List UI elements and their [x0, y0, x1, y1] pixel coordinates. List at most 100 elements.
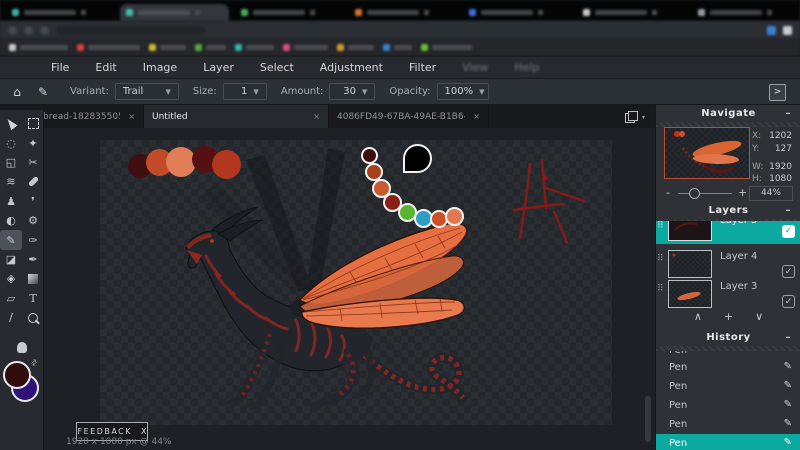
tool-wand[interactable]: ✦ — [22, 133, 44, 152]
menu-view[interactable]: View — [449, 61, 501, 74]
variant-dropdown[interactable]: Trail▼ — [115, 83, 179, 100]
layer-row-selected[interactable]: ⠿ Layer 5 ✓ — [656, 221, 800, 244]
swap-colors-icon[interactable]: ⇄ — [29, 357, 40, 368]
browser-tab[interactable] — [463, 4, 571, 21]
layer-down-button[interactable]: ∨ — [755, 310, 763, 323]
bookmark-item[interactable] — [421, 44, 472, 51]
zoom-value-field[interactable]: 44% — [749, 186, 793, 201]
tool-clone-stamp[interactable]: ♟ — [0, 192, 22, 211]
browser-tab[interactable] — [6, 4, 114, 21]
tool-pencil[interactable]: ∕ — [0, 308, 22, 327]
bookmark-item[interactable] — [235, 44, 274, 51]
back-icon[interactable] — [8, 26, 17, 35]
bookmark-item[interactable] — [283, 44, 328, 51]
close-icon[interactable]: × — [313, 112, 320, 121]
tool-pen[interactable]: ✎ — [0, 230, 22, 249]
close-icon[interactable]: × — [473, 112, 480, 121]
tool-gradient[interactable] — [22, 269, 44, 288]
tool-fill[interactable]: ◈ — [0, 269, 22, 288]
amount-dropdown[interactable]: 30▼ — [329, 83, 375, 100]
layer-visibility-checkbox[interactable]: ✓ — [782, 295, 795, 308]
zoom-out-button[interactable]: - — [666, 186, 670, 199]
tool-ink-brush[interactable]: ✒ — [22, 250, 44, 269]
layer-row[interactable]: ⠿ Layer 3 ✓ — [656, 276, 800, 310]
history-row[interactable]: Pen✎ — [656, 396, 800, 415]
menu-image[interactable]: Image — [130, 61, 190, 74]
doc-tab-3[interactable]: 4086FD49-67BA-49AE-B1B6-F748... × — [329, 105, 489, 128]
drag-handle-icon[interactable]: ⠿ — [657, 256, 664, 262]
menu-edit[interactable]: Edit — [82, 61, 129, 74]
browser-url-bar[interactable] — [0, 21, 800, 39]
layer-up-button[interactable]: ∧ — [694, 310, 702, 323]
tool-eraser[interactable]: ◪ — [0, 250, 22, 269]
browser-tab-strip[interactable] — [0, 0, 800, 21]
tool-brush[interactable]: ✑ — [22, 230, 44, 249]
forward-icon[interactable] — [24, 26, 33, 35]
feedback-close[interactable]: X — [141, 427, 146, 436]
navigate-thumbnail[interactable] — [664, 127, 750, 179]
drag-handle-icon[interactable]: ⠿ — [657, 286, 664, 292]
menu-select[interactable]: Select — [247, 61, 307, 74]
history-row[interactable]: Pen✎ — [656, 351, 800, 358]
bookmarks-bar[interactable] — [0, 39, 800, 57]
close-icon[interactable] — [424, 10, 429, 15]
minimize-icon[interactable]: – — [786, 332, 792, 343]
minimize-icon[interactable]: – — [786, 205, 792, 216]
tool-dodge-burn[interactable]: ◐ — [0, 211, 22, 230]
menu-adjustment[interactable]: Adjustment — [307, 61, 396, 74]
bookmark-item[interactable] — [149, 44, 186, 51]
size-dropdown[interactable]: 1▼ — [223, 83, 267, 100]
minimize-icon[interactable]: – — [786, 108, 792, 119]
tool-lasso[interactable]: ◌ — [0, 133, 22, 152]
bookmark-item[interactable] — [9, 44, 68, 51]
tool-crop[interactable]: ◱ — [0, 153, 22, 172]
browser-tab[interactable] — [120, 4, 228, 21]
menu-help[interactable]: Help — [501, 61, 552, 74]
browser-tab[interactable] — [577, 4, 685, 21]
bookmark-item[interactable] — [77, 44, 140, 51]
close-icon[interactable] — [310, 10, 315, 15]
bookmark-item[interactable] — [337, 44, 374, 51]
expand-panel-button[interactable]: > — [769, 84, 786, 101]
tool-hand[interactable] — [11, 338, 33, 357]
tool-blur-drop[interactable]: ❜ — [22, 192, 44, 211]
close-icon[interactable] — [767, 10, 772, 15]
doc-tab-2-active[interactable]: Untitled × — [144, 105, 329, 128]
layer-visibility-checkbox[interactable]: ✓ — [782, 225, 795, 238]
history-row[interactable]: Pen✎ — [656, 377, 800, 396]
tool-zoom[interactable] — [22, 308, 44, 327]
close-icon[interactable] — [652, 10, 657, 15]
tool-shape[interactable]: ▱ — [0, 289, 22, 308]
menu-layer[interactable]: Layer — [190, 61, 247, 74]
close-icon[interactable]: × — [128, 112, 135, 121]
bookmark-item[interactable] — [383, 44, 412, 51]
foreground-color-swatch[interactable] — [3, 361, 31, 389]
profile-icon[interactable] — [783, 26, 792, 35]
menu-filter[interactable]: Filter — [396, 61, 449, 74]
tool-cut[interactable]: ✂ — [22, 153, 44, 172]
tool-marquee[interactable] — [22, 114, 44, 133]
add-layer-button[interactable]: + — [724, 310, 733, 323]
close-icon[interactable] — [538, 10, 543, 15]
reload-icon[interactable] — [40, 26, 49, 35]
menu-file[interactable]: File — [38, 61, 82, 74]
extension-icon[interactable] — [767, 26, 776, 35]
drag-handle-icon[interactable]: ⠿ — [657, 223, 664, 229]
tool-detail-gear[interactable]: ⚙ — [22, 211, 44, 230]
history-row[interactable]: Pen✎ — [656, 415, 800, 434]
tool-heal[interactable] — [22, 172, 44, 191]
browser-tab[interactable] — [692, 4, 800, 21]
history-row-active[interactable]: Pen✎ — [656, 434, 800, 450]
tool-liquify[interactable]: ≋ — [0, 172, 22, 191]
workspace-scrollbar[interactable] — [645, 396, 651, 442]
address-field[interactable] — [56, 26, 206, 35]
opacity-dropdown[interactable]: 100%▼ — [437, 83, 489, 100]
zoom-in-button[interactable]: + — [738, 186, 747, 199]
bookmark-item[interactable] — [195, 44, 226, 51]
close-icon[interactable] — [195, 10, 200, 15]
zoom-slider-handle[interactable] — [689, 188, 700, 199]
home-icon[interactable]: ⌂ — [4, 85, 30, 99]
layer-row[interactable]: ⠿ Layer 4 ✓ — [656, 246, 800, 280]
close-icon[interactable] — [81, 10, 86, 15]
history-row[interactable]: Pen✎ — [656, 358, 800, 377]
